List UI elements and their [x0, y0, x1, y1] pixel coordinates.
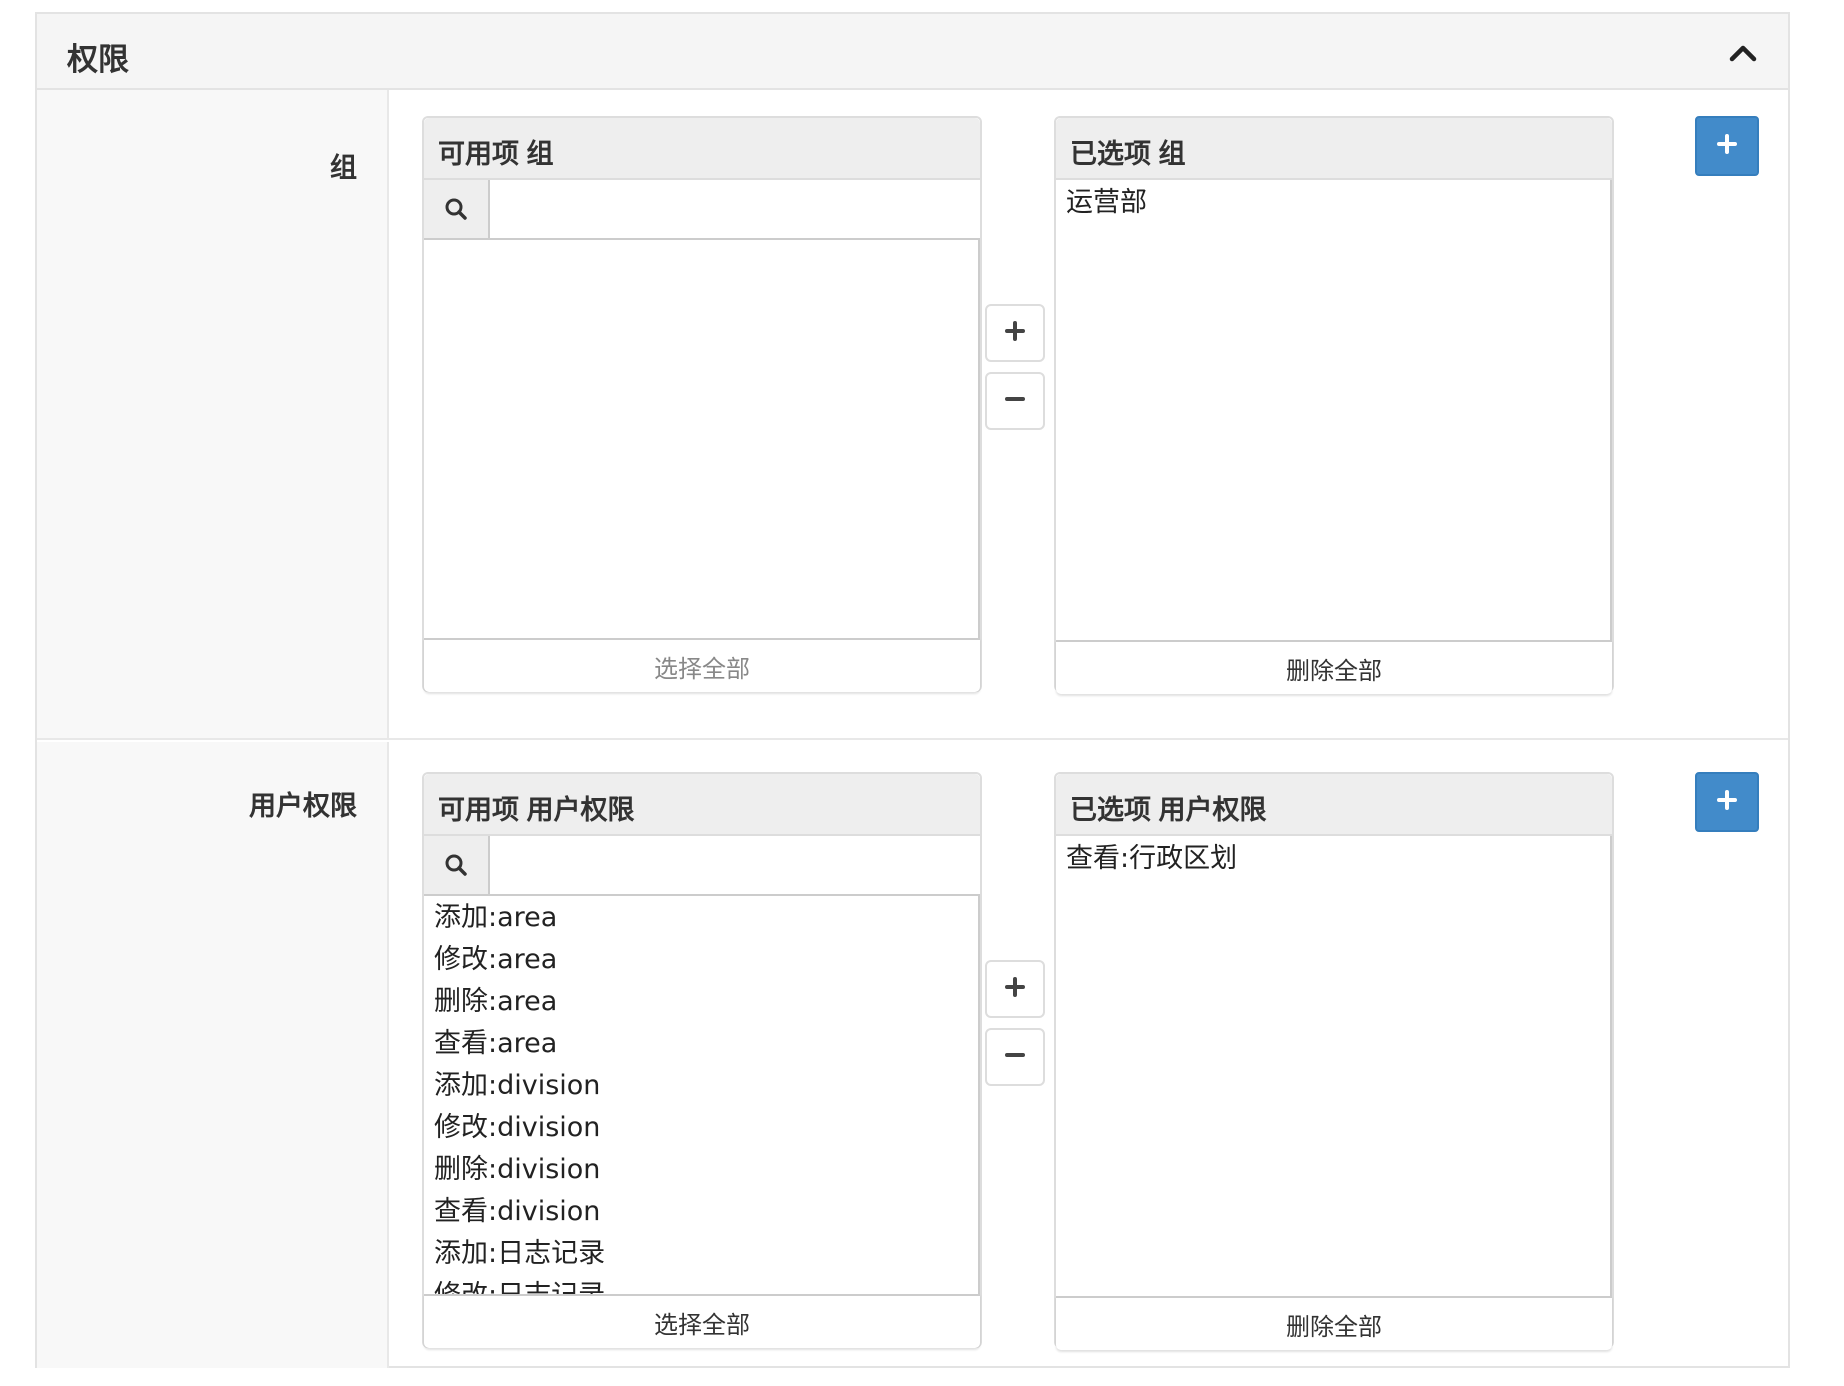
groups-row: 组 可用项 组 选择全部 已选项 组 运营部 删除全部	[37, 90, 1788, 740]
list-item[interactable]: 添加:division	[424, 1065, 978, 1107]
plus-icon	[1716, 133, 1738, 160]
permissions-search	[424, 836, 980, 896]
groups-search-input[interactable]	[490, 180, 980, 238]
permissions-move-right-button[interactable]	[985, 960, 1045, 1018]
list-item[interactable]: 修改:日志记录	[424, 1275, 978, 1294]
permissions-available-list[interactable]: 添加:area 修改:area 删除:area 查看:area 添加:divis…	[424, 896, 980, 1294]
groups-available-box: 可用项 组 选择全部	[422, 116, 982, 692]
groups-search	[424, 180, 980, 240]
groups-choose-all-button[interactable]: 选择全部	[424, 638, 980, 692]
groups-move-right-button[interactable]	[985, 304, 1045, 362]
permissions-chosen-box: 已选项 用户权限 查看:行政区划 删除全部	[1054, 772, 1614, 1350]
groups-chosen-title: 已选项 组	[1056, 118, 1612, 180]
permissions-panel: 权限 组 可用项 组 选择全部 已选项 组 运营部 删除全部 用户权限 可用项 …	[35, 12, 1790, 1368]
list-item[interactable]: 添加:日志记录	[424, 1233, 978, 1275]
list-item[interactable]: 查看:area	[424, 1023, 978, 1065]
groups-chosen-list[interactable]: 运营部	[1056, 180, 1612, 640]
permissions-choose-all-button[interactable]: 选择全部	[424, 1294, 980, 1348]
groups-available-title: 可用项 组	[424, 118, 980, 180]
permissions-search-input[interactable]	[490, 836, 980, 894]
list-item[interactable]: 删除:division	[424, 1149, 978, 1191]
add-permission-button[interactable]	[1695, 772, 1759, 832]
list-item[interactable]: 修改:division	[424, 1107, 978, 1149]
groups-label-column: 组	[37, 90, 389, 738]
chevron-up-icon[interactable]	[1728, 38, 1758, 68]
user-permissions-label: 用户权限	[249, 791, 357, 821]
panel-header[interactable]: 权限	[37, 14, 1788, 90]
search-icon	[424, 180, 490, 238]
minus-icon	[1004, 388, 1026, 415]
user-permissions-row: 用户权限 可用项 用户权限 添加:area 修改:area 删除:area 查看…	[37, 742, 1788, 1368]
list-item[interactable]: 添加:area	[424, 897, 978, 939]
groups-label: 组	[330, 153, 357, 183]
plus-icon	[1716, 789, 1738, 816]
list-item[interactable]: 查看:division	[424, 1191, 978, 1233]
groups-chosen-box: 已选项 组 运营部 删除全部	[1054, 116, 1614, 694]
permissions-available-box: 可用项 用户权限 添加:area 修改:area 删除:area 查看:area…	[422, 772, 982, 1348]
list-item[interactable]: 运营部	[1056, 182, 1610, 224]
permissions-remove-all-button[interactable]: 删除全部	[1056, 1296, 1612, 1350]
plus-icon	[1004, 320, 1026, 347]
groups-available-list[interactable]	[424, 240, 980, 638]
permissions-chosen-title: 已选项 用户权限	[1056, 774, 1612, 836]
minus-icon	[1004, 1044, 1026, 1071]
groups-move-left-button[interactable]	[985, 372, 1045, 430]
list-item[interactable]: 查看:行政区划	[1056, 838, 1610, 880]
user-permissions-label-column: 用户权限	[37, 742, 389, 1368]
groups-remove-all-button[interactable]: 删除全部	[1056, 640, 1612, 694]
permissions-available-title: 可用项 用户权限	[424, 774, 980, 836]
search-icon	[424, 836, 490, 894]
list-item[interactable]: 修改:area	[424, 939, 978, 981]
permissions-chosen-list[interactable]: 查看:行政区划	[1056, 836, 1612, 1296]
panel-title: 权限	[67, 42, 129, 77]
list-item[interactable]: 删除:area	[424, 981, 978, 1023]
plus-icon	[1004, 976, 1026, 1003]
add-group-button[interactable]	[1695, 116, 1759, 176]
permissions-move-left-button[interactable]	[985, 1028, 1045, 1086]
